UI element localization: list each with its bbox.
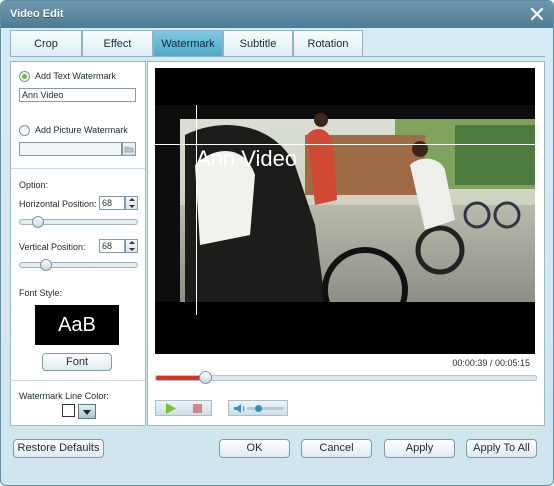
watermark-settings-panel: Add Text Watermark Ann Video Add Picture…: [10, 61, 146, 426]
tab-rotation[interactable]: Rotation: [293, 30, 363, 56]
volume-slider[interactable]: [247, 407, 284, 410]
text-watermark-label: Add Text Watermark: [35, 71, 117, 81]
horizontal-position-stepper[interactable]: [125, 196, 138, 210]
horizontal-position-slider-thumb[interactable]: [32, 216, 44, 228]
seek-bar[interactable]: [155, 371, 537, 384]
horizontal-position-label: Horizontal Position:: [19, 199, 97, 209]
vertical-position-label: Vertical Position:: [19, 242, 86, 252]
picture-watermark-radio[interactable]: [19, 125, 30, 136]
restore-defaults-button[interactable]: Restore Defaults: [13, 439, 104, 458]
section-divider: [11, 380, 145, 381]
vertical-position-input[interactable]: 68: [99, 239, 125, 253]
section-divider: [11, 168, 145, 169]
time-display: 00:00:39 / 00:05:15: [452, 358, 530, 368]
seek-progress: [156, 376, 205, 380]
font-button[interactable]: Font: [42, 353, 112, 371]
apply-to-all-button[interactable]: Apply To All: [466, 439, 537, 458]
video-frame-image: [155, 105, 535, 302]
tab-crop[interactable]: Crop: [10, 30, 82, 56]
browse-folder-button[interactable]: [122, 142, 136, 156]
volume-thumb[interactable]: [255, 405, 262, 412]
font-style-preview: AaB: [35, 305, 119, 345]
time-separator: /: [489, 358, 493, 368]
preview-panel: Ann Video 00:00:39 / 00:05:15: [147, 61, 545, 426]
tab-divider: [10, 56, 545, 57]
vertical-position-slider[interactable]: [19, 262, 138, 268]
watermark-horizontal-guide: [155, 144, 535, 145]
close-icon[interactable]: [529, 6, 545, 22]
speaker-icon[interactable]: [233, 403, 246, 414]
video-edit-window: Video Edit Crop Effect Watermark Subtitl…: [0, 0, 554, 486]
stop-icon[interactable]: [193, 404, 202, 413]
tab-effect[interactable]: Effect: [82, 30, 153, 56]
title-bar[interactable]: Video Edit: [1, 1, 553, 28]
text-watermark-radio[interactable]: [19, 71, 30, 82]
cancel-button[interactable]: Cancel: [301, 439, 372, 458]
vertical-position-stepper[interactable]: [125, 239, 138, 253]
picture-path-input[interactable]: [19, 142, 122, 156]
horizontal-position-input[interactable]: 68: [99, 196, 125, 210]
current-time: 00:00:39: [452, 358, 488, 368]
seek-thumb[interactable]: [199, 371, 212, 384]
tab-subtitle[interactable]: Subtitle: [223, 30, 293, 56]
font-style-label: Font Style:: [19, 288, 63, 298]
volume-control: [228, 400, 288, 416]
line-color-dropdown[interactable]: [78, 404, 96, 419]
tab-watermark[interactable]: Watermark: [153, 30, 223, 56]
ok-button[interactable]: OK: [219, 439, 290, 458]
total-time: 00:05:15: [494, 358, 530, 368]
watermark-overlay-text[interactable]: Ann Video: [196, 146, 297, 172]
watermark-vertical-guide: [196, 105, 197, 315]
video-preview: Ann Video: [155, 68, 535, 354]
watermark-text-input[interactable]: Ann Video: [19, 88, 136, 102]
apply-button[interactable]: Apply: [384, 439, 455, 458]
line-color-label: Watermark Line Color:: [19, 391, 109, 401]
play-icon[interactable]: [165, 403, 177, 414]
window-title: Video Edit: [10, 8, 64, 20]
option-heading: Option:: [19, 180, 49, 190]
picture-watermark-label: Add Picture Watermark: [35, 125, 128, 135]
vertical-position-slider-thumb[interactable]: [40, 259, 52, 271]
line-color-swatch[interactable]: [62, 404, 75, 417]
folder-icon: [124, 146, 134, 153]
playback-controls: [155, 400, 212, 416]
